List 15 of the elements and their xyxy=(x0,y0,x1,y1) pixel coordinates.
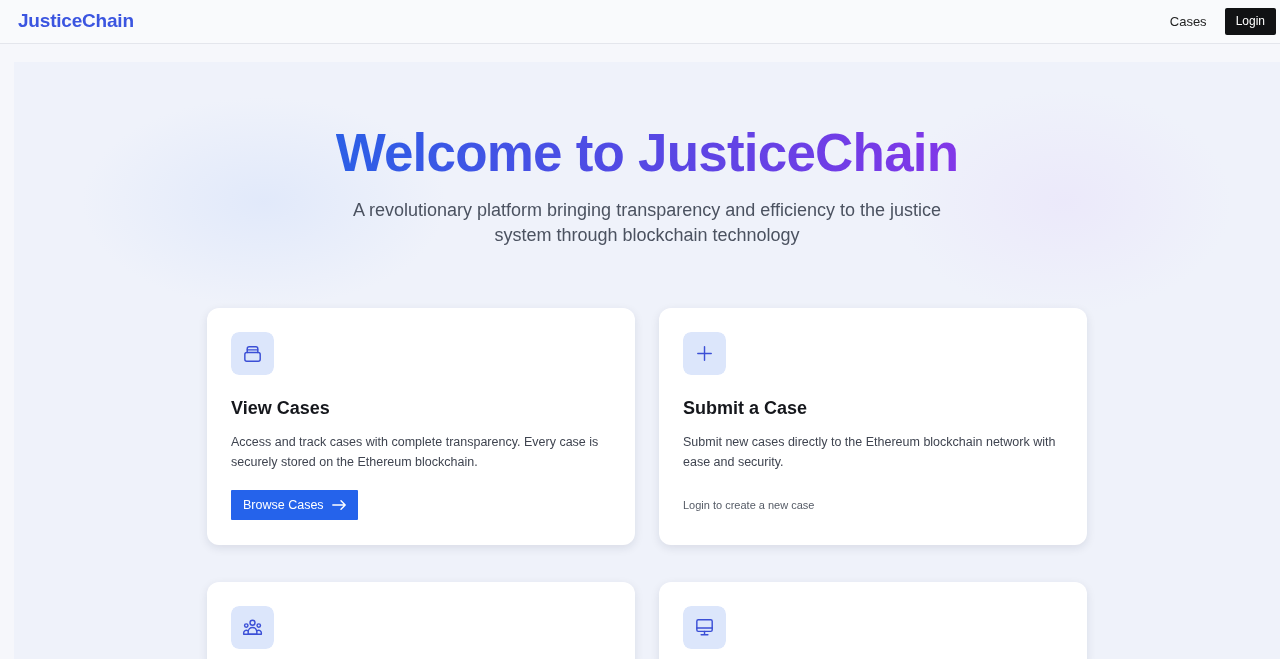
brand-logo[interactable]: JusticeChain xyxy=(18,7,134,36)
card-title: Submit a Case xyxy=(683,397,809,420)
people-icon xyxy=(231,606,274,649)
browse-cases-button[interactable]: Browse Cases xyxy=(231,490,358,520)
monitor-icon xyxy=(683,606,726,649)
cases-link[interactable]: Cases xyxy=(1169,11,1207,32)
card-description: Access and track cases with complete transparency. Every case is securely stored on the Ethereum blockchain. xyxy=(231,434,600,471)
login-button[interactable]: Login xyxy=(1224,8,1276,35)
card-title: View Cases xyxy=(231,397,331,420)
hero-subtitle: A revolutionary platform bringing transparency and efficiency to the justice system through blockchain technology xyxy=(352,199,942,247)
arrow-right-icon xyxy=(331,500,346,510)
tray-icon xyxy=(231,332,274,375)
card-description: Submit new cases directly to the Ethereum blockchain network with ease and security. xyxy=(683,434,1057,471)
plus-icon xyxy=(683,332,726,375)
login-hint: Login to create a new case xyxy=(683,498,815,513)
